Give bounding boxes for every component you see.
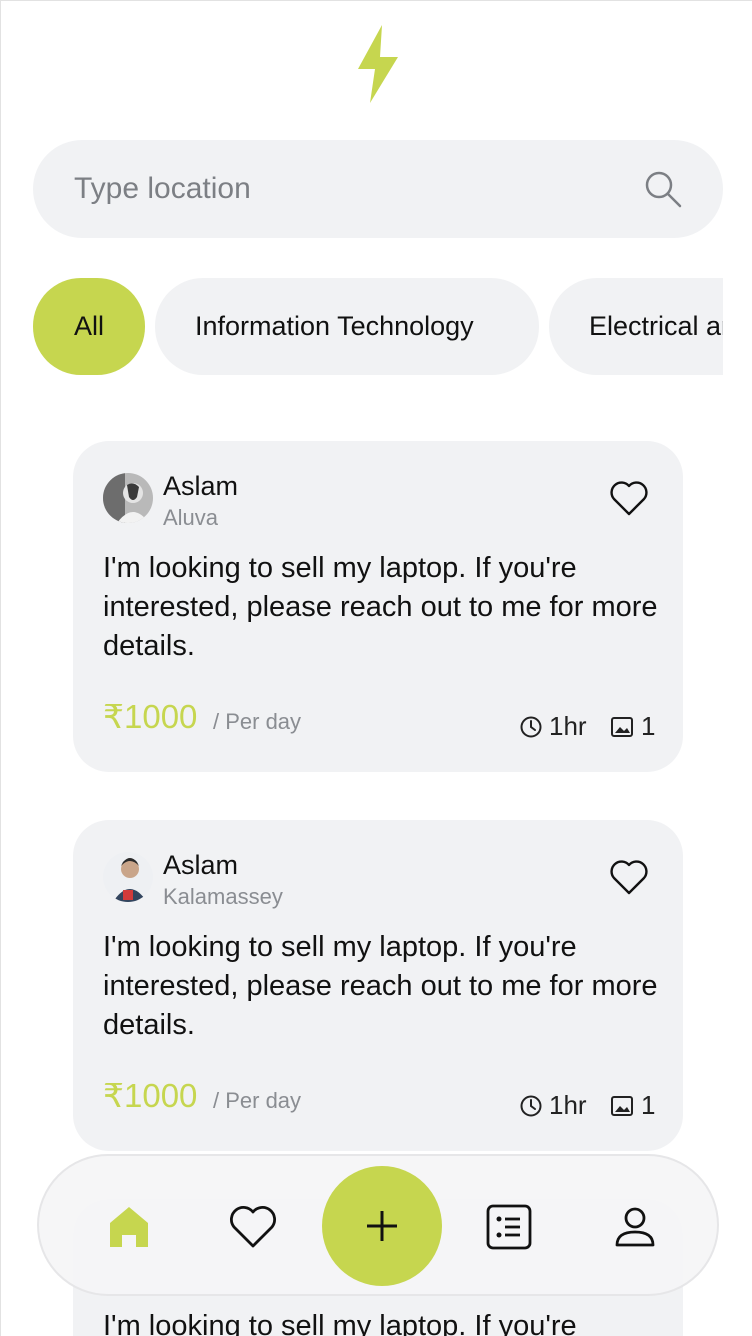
lightning-bolt-icon xyxy=(358,25,398,103)
poster-name: Aslam xyxy=(163,471,239,501)
poster-location: Kalamassey xyxy=(163,884,283,909)
search-input[interactable] xyxy=(74,172,641,206)
post-price: ₹1000 xyxy=(103,1077,198,1114)
location-search-bar[interactable] xyxy=(33,140,723,238)
post-time: 1hr xyxy=(519,1090,587,1121)
add-icon xyxy=(367,1211,397,1241)
nav-home[interactable] xyxy=(99,1156,159,1298)
avatar xyxy=(103,473,153,523)
heart-icon[interactable] xyxy=(609,479,649,517)
post-card[interactable]: Aslam Aluva I'm looking to sell my lapto… xyxy=(73,441,683,772)
image-count: 1 xyxy=(611,711,655,742)
clock-icon xyxy=(520,716,542,737)
nav-list[interactable] xyxy=(479,1156,539,1298)
image-count-label: 1 xyxy=(641,1090,656,1120)
search-icon[interactable] xyxy=(641,167,685,211)
image-count: 1 xyxy=(611,1090,655,1121)
image-icon xyxy=(611,1095,633,1116)
profile-icon xyxy=(615,1207,655,1247)
clock-icon xyxy=(520,1095,542,1116)
list-icon xyxy=(486,1204,532,1250)
category-chip-electrical[interactable]: Electrical and xyxy=(549,278,723,375)
nav-favorites[interactable] xyxy=(223,1156,283,1298)
category-chip-information-technology[interactable]: Information Technology xyxy=(155,278,539,375)
post-card[interactable]: Aslam Kalamassey I'm looking to sell my … xyxy=(73,820,683,1151)
bottom-navigation xyxy=(37,1154,719,1296)
price-unit: / Per day xyxy=(213,1088,302,1113)
time-label: 1hr xyxy=(549,711,587,741)
post-message: I'm looking to sell my laptop. If you're… xyxy=(103,552,658,662)
favorites-icon xyxy=(230,1206,276,1248)
nav-add-button[interactable] xyxy=(322,1166,442,1286)
post-time: 1hr xyxy=(519,711,587,742)
image-icon xyxy=(611,716,633,737)
category-filter-bar: All Information Technology Electrical an… xyxy=(33,278,723,375)
avatar xyxy=(103,852,153,902)
home-icon xyxy=(110,1207,148,1247)
heart-icon[interactable] xyxy=(609,858,649,896)
post-price: ₹1000 xyxy=(103,698,198,735)
time-label: 1hr xyxy=(549,1090,587,1120)
post-message: I'm looking to sell my laptop. If you're… xyxy=(103,931,658,1041)
poster-location: Aluva xyxy=(163,505,219,530)
post-message: I'm looking to sell my laptop. If you're xyxy=(103,1310,577,1336)
poster-name: Aslam xyxy=(163,850,239,880)
category-chip-all[interactable]: All xyxy=(33,278,145,375)
image-count-label: 1 xyxy=(641,711,656,741)
price-unit: / Per day xyxy=(213,709,302,734)
nav-profile[interactable] xyxy=(605,1156,665,1298)
